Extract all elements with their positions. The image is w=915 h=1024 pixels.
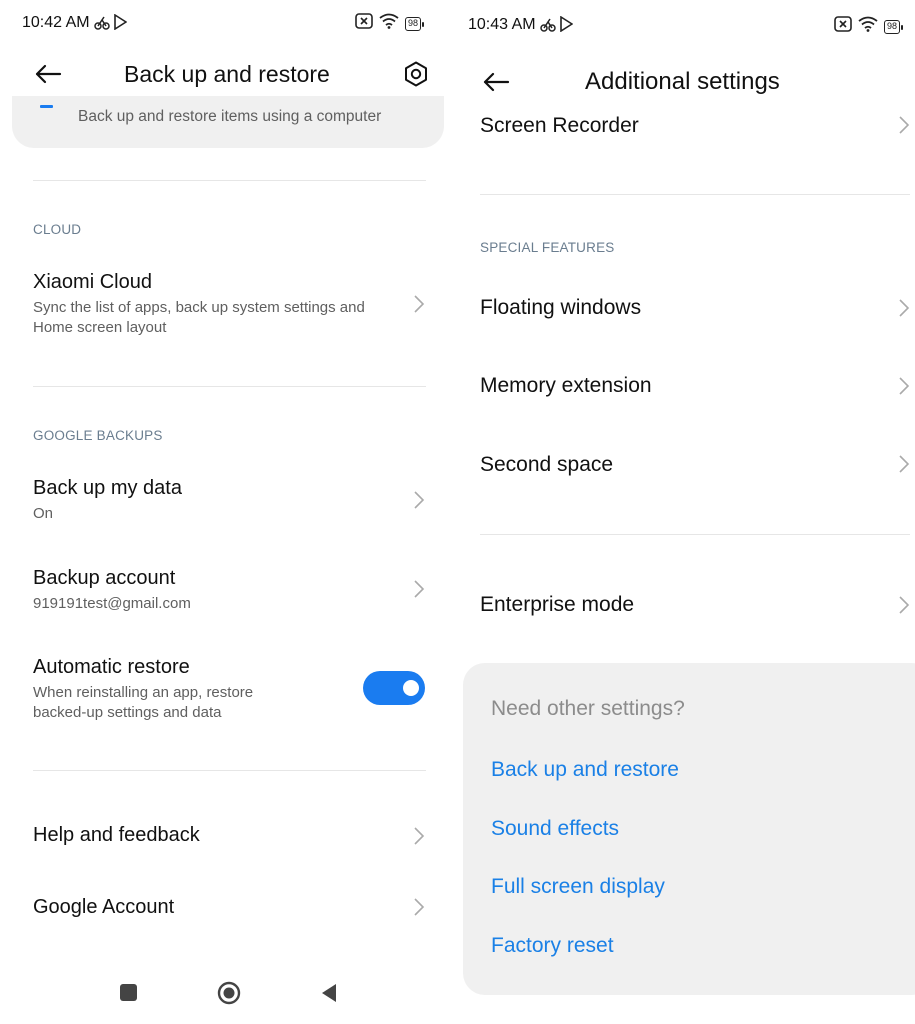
automatic-restore-toggle[interactable] <box>363 671 425 705</box>
second-space-item[interactable]: Second space <box>458 443 915 489</box>
section-label-cloud: CLOUD <box>33 222 82 237</box>
chevron-right-icon <box>413 490 425 515</box>
help-feedback-item[interactable]: Help and feedback <box>0 812 458 862</box>
chevron-right-icon <box>413 826 425 851</box>
no-sim-icon <box>834 16 852 37</box>
link-factory-reset[interactable]: Factory reset <box>491 934 614 958</box>
wifi-icon <box>858 16 878 37</box>
divider <box>33 770 426 771</box>
floating-windows-item[interactable]: Floating windows <box>458 286 915 332</box>
back-up-my-data-item[interactable]: Back up my data On <box>0 468 458 534</box>
no-sim-icon <box>355 13 373 34</box>
other-settings-hint: Need other settings? <box>491 697 685 720</box>
chevron-right-icon <box>898 595 910 620</box>
chevron-right-icon <box>898 115 910 140</box>
google-account-title: Google Account <box>33 896 175 918</box>
chevron-right-icon <box>898 376 910 401</box>
enterprise-mode-title: Enterprise mode <box>480 593 635 616</box>
back-up-my-data-title: Back up my data <box>33 477 182 499</box>
computer-backup-subtitle: Back up and restore items using a comput… <box>78 108 382 125</box>
recents-square-icon[interactable] <box>120 984 137 1001</box>
backup-restore-screen: 10:42 AM 98 Back up and restore Back up … <box>0 0 458 1024</box>
status-time: 10:43 AM <box>468 16 536 33</box>
google-account-item[interactable]: Google Account <box>0 884 458 934</box>
divider <box>480 534 910 535</box>
backup-account-title: Backup account <box>33 567 176 589</box>
xiaomi-cloud-title: Xiaomi Cloud <box>33 271 152 293</box>
memory-extension-item[interactable]: Memory extension <box>458 364 915 410</box>
xiaomi-cloud-item[interactable]: Xiaomi Cloud Sync the list of apps, back… <box>0 262 458 352</box>
back-arrow-icon[interactable] <box>34 62 62 91</box>
memory-extension-title: Memory extension <box>480 374 652 397</box>
screen-recorder-item[interactable]: Screen Recorder <box>458 104 915 148</box>
page-title: Back up and restore <box>124 61 330 87</box>
screen-recorder-title: Screen Recorder <box>480 114 639 137</box>
enterprise-mode-item[interactable]: Enterprise mode <box>458 583 915 629</box>
computer-backup-card[interactable]: Back up and restore items using a comput… <box>12 96 444 148</box>
section-label-google-backups: GOOGLE BACKUPS <box>33 428 163 443</box>
divider <box>480 194 910 195</box>
back-triangle-icon[interactable] <box>320 983 338 1008</box>
other-settings-card: Need other settings? Back up and restore… <box>463 663 915 995</box>
toggle-knob <box>403 680 419 696</box>
backup-account-item[interactable]: Backup account 919191test@gmail.com <box>0 558 458 624</box>
bike-icon <box>94 13 110 36</box>
divider <box>33 386 426 387</box>
back-up-my-data-status: On <box>33 505 54 522</box>
section-label-special-features: SPECIAL FEATURES <box>480 240 615 255</box>
play-store-icon <box>559 15 574 37</box>
link-full-screen-display[interactable]: Full screen display <box>491 875 665 899</box>
backup-account-email: 919191test@gmail.com <box>33 595 191 612</box>
home-circle-icon[interactable] <box>217 981 241 1010</box>
battery-indicator: 98 <box>405 16 425 31</box>
chevron-right-icon <box>413 897 425 922</box>
play-store-icon <box>113 13 128 35</box>
link-sound-effects[interactable]: Sound effects <box>491 817 619 841</box>
battery-indicator: 98 <box>884 19 904 34</box>
link-back-up-and-restore[interactable]: Back up and restore <box>491 758 679 782</box>
back-arrow-icon[interactable] <box>482 70 510 99</box>
bike-icon <box>540 15 556 38</box>
second-space-title: Second space <box>480 453 614 476</box>
page-title: Additional settings <box>585 68 780 95</box>
automatic-restore-item: Automatic restore When reinstalling an a… <box>0 647 458 727</box>
help-feedback-title: Help and feedback <box>33 824 200 846</box>
divider <box>33 180 426 181</box>
automatic-restore-subtitle: When reinstalling an app, restore backed… <box>33 684 254 721</box>
chevron-right-icon <box>898 298 910 323</box>
floating-windows-title: Floating windows <box>480 296 642 319</box>
xiaomi-cloud-subtitle: Sync the list of apps, back up system se… <box>33 299 365 336</box>
additional-settings-screen: 10:43 AM 98 Additional settings Screen R… <box>458 0 915 1024</box>
chevron-right-icon <box>413 294 425 319</box>
chevron-right-icon <box>413 579 425 604</box>
computer-icon <box>40 105 53 108</box>
settings-gear-icon[interactable] <box>402 60 430 93</box>
chevron-right-icon <box>898 454 910 479</box>
wifi-icon <box>379 13 399 34</box>
automatic-restore-title: Automatic restore <box>33 656 190 678</box>
status-time: 10:42 AM <box>22 14 90 31</box>
